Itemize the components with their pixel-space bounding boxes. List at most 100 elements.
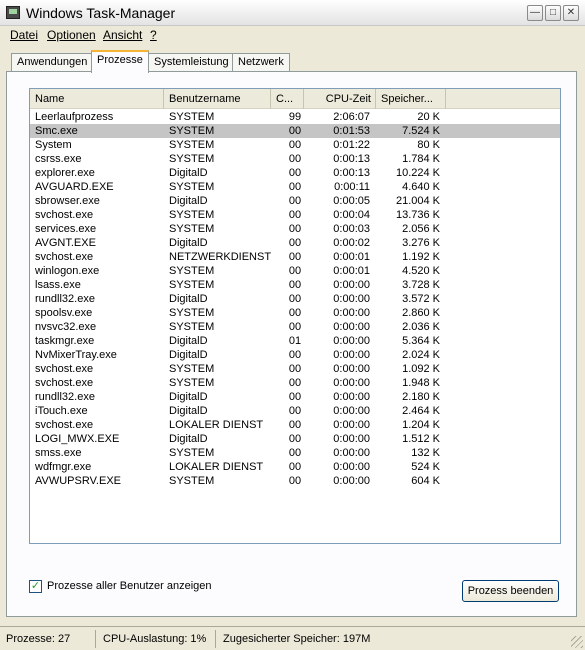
table-row[interactable]: System SYSTEM 00 0:01:22 80 K [30,138,560,152]
process-memory: 2.036 K [402,321,440,333]
process-name: LOGI_MWX.EXE [35,433,120,445]
tab-systemleistung[interactable]: Systemleistung [148,53,235,72]
table-row[interactable]: AVGNT.EXE DigitalD 00 0:00:02 3.276 K [30,236,560,250]
process-name: explorer.exe [35,167,95,179]
process-user: NETZWERKDIENST [169,251,272,263]
process-user: DigitalD [169,167,208,179]
process-list[interactable]: Name Benutzername C... CPU-Zeit Speicher… [29,88,561,544]
table-row[interactable]: services.exe SYSTEM 00 0:00:03 2.056 K [30,222,560,236]
menu-help[interactable]: ? [150,28,157,42]
process-cpu-time: 0:00:00 [333,405,370,417]
minimize-icon[interactable]: — [527,5,543,21]
process-user: SYSTEM [169,209,215,221]
process-memory: 524 K [411,461,440,473]
process-memory: 3.276 K [402,237,440,249]
table-row[interactable]: sbrowser.exe DigitalD 00 0:00:05 21.004 K [30,194,560,208]
process-user: DigitalD [169,335,208,347]
table-row[interactable]: csrss.exe SYSTEM 00 0:00:13 1.784 K [30,152,560,166]
table-row[interactable]: Leerlaufprozess SYSTEM 99 2:06:07 20 K [30,110,560,124]
table-row[interactable]: nvsvc32.exe SYSTEM 00 0:00:00 2.036 K [30,320,560,334]
table-row[interactable]: spoolsv.exe SYSTEM 00 0:00:00 2.860 K [30,306,560,320]
table-row[interactable]: svchost.exe NETZWERKDIENST 00 0:00:01 1.192 … [30,250,560,264]
process-list-header: Name Benutzername C... CPU-Zeit Speicher… [30,89,560,109]
process-cpu-time: 0:00:01 [333,265,370,277]
table-row[interactable]: taskmgr.exe DigitalD 01 0:00:00 5.364 K [30,334,560,348]
table-row[interactable]: explorer.exe DigitalD 00 0:00:13 10.224 K [30,166,560,180]
tab-netzwerk[interactable]: Netzwerk [232,53,290,72]
resize-grip-icon[interactable] [571,636,583,648]
process-memory: 2.464 K [402,405,440,417]
process-memory: 4.640 K [402,181,440,193]
end-process-button[interactable]: Prozess beenden [462,580,559,602]
process-name: rundll32.exe [35,293,95,305]
column-header-name[interactable]: Name [30,89,164,109]
table-row[interactable]: smss.exe SYSTEM 00 0:00:00 132 K [30,446,560,460]
column-header-cpu[interactable]: C... [271,89,304,109]
table-row[interactable]: rundll32.exe DigitalD 00 0:00:00 2.180 K [30,390,560,404]
process-cpu: 00 [288,237,302,249]
process-cpu-time: 0:00:00 [333,475,370,487]
table-row[interactable]: AVGUARD.EXE SYSTEM 00 0:00:11 4.640 K [30,180,560,194]
process-name: lsass.exe [35,279,81,291]
table-row[interactable]: NvMixerTray.exe DigitalD 00 0:00:00 2.024 K [30,348,560,362]
process-name: spoolsv.exe [35,307,93,319]
menu-optionen[interactable]: Optionen [47,28,96,42]
process-memory: 3.728 K [402,279,440,291]
process-cpu: 00 [288,475,302,487]
menu-bar: Datei Optionen Ansicht ? [0,26,585,46]
menu-ansicht[interactable]: Ansicht [103,28,142,42]
title-bar[interactable]: Windows Task-Manager — □ ✕ [0,0,585,26]
process-name: Smc.exe [35,125,78,137]
process-cpu: 00 [288,181,302,193]
table-row[interactable]: AVWUPSRV.EXE SYSTEM 00 0:00:00 604 K [30,474,560,488]
table-row[interactable]: rundll32.exe DigitalD 00 0:00:00 3.572 K [30,292,560,306]
process-cpu: 00 [288,279,302,291]
maximize-icon[interactable]: □ [545,5,561,21]
process-cpu-time: 0:00:00 [333,335,370,347]
tab-prozesse[interactable]: Prozesse [91,50,149,73]
process-name: wdfmgr.exe [35,461,92,473]
process-cpu: 00 [288,461,302,473]
process-cpu: 00 [288,447,302,459]
process-name: winlogon.exe [35,265,100,277]
close-icon[interactable]: ✕ [563,5,579,21]
process-cpu: 00 [288,363,302,375]
process-memory: 7.524 K [402,125,440,137]
process-memory: 2.056 K [402,223,440,235]
table-row[interactable]: svchost.exe SYSTEM 00 0:00:00 1.092 K [30,362,560,376]
process-cpu-time: 0:00:04 [333,209,370,221]
process-user: DigitalD [169,433,208,445]
process-user: DigitalD [169,405,208,417]
table-row[interactable]: winlogon.exe SYSTEM 00 0:00:01 4.520 K [30,264,560,278]
process-memory: 1.192 K [402,251,440,263]
tab-strip: Anwendungen Prozesse Systemleistung Netz… [0,50,585,73]
process-user: SYSTEM [169,321,215,333]
table-row[interactable]: iTouch.exe DigitalD 00 0:00:00 2.464 K [30,404,560,418]
status-bar: Prozesse: 27 CPU-Auslastung: 1% Zugesich… [0,626,585,650]
process-cpu: 00 [288,433,302,445]
process-memory: 1.092 K [402,363,440,375]
table-row[interactable]: svchost.exe SYSTEM 00 0:00:00 1.948 K [30,376,560,390]
process-cpu: 00 [288,139,302,151]
column-header-user[interactable]: Benutzername [164,89,271,109]
table-row[interactable]: Smc.exe SYSTEM 00 0:01:53 7.524 K [30,124,560,138]
process-cpu-time: 0:00:03 [333,223,370,235]
show-all-users-checkbox[interactable]: ✓ [29,580,42,593]
table-row[interactable]: svchost.exe LOKALER DIENST 00 0:00:00 1.204 … [30,418,560,432]
menu-datei[interactable]: Datei [10,28,38,42]
process-user: DigitalD [169,237,208,249]
process-cpu: 00 [288,405,302,417]
process-cpu-time: 0:00:00 [333,461,370,473]
process-cpu: 99 [288,111,302,123]
process-user: SYSTEM [169,377,215,389]
tab-anwendungen[interactable]: Anwendungen [11,53,94,72]
column-header-memory[interactable]: Speicher... [376,89,446,109]
table-row[interactable]: wdfmgr.exe LOKALER DIENST 00 0:00:00 524 K [30,460,560,474]
table-row[interactable]: LOGI_MWX.EXE DigitalD 00 0:00:00 1.512 K [30,432,560,446]
process-cpu-time: 0:00:00 [333,349,370,361]
process-name: svchost.exe [35,419,94,431]
process-memory: 21.004 K [395,195,440,207]
column-header-cpu-time[interactable]: CPU-Zeit [304,89,376,109]
table-row[interactable]: lsass.exe SYSTEM 00 0:00:00 3.728 K [30,278,560,292]
table-row[interactable]: svchost.exe SYSTEM 00 0:00:04 13.736 K [30,208,560,222]
